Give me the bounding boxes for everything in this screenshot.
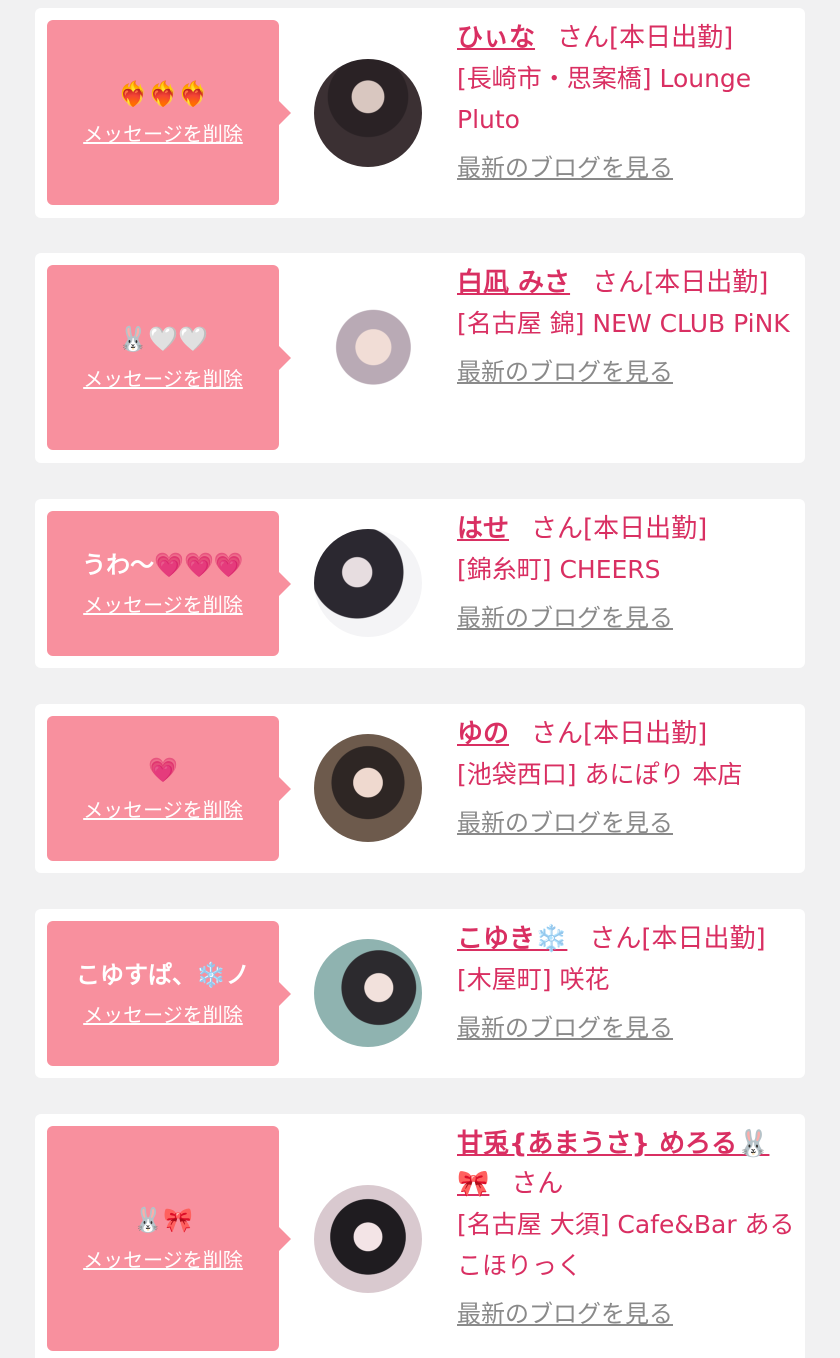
message-bubble: ❤️‍🔥❤️‍🔥❤️‍🔥 メッセージを削除: [47, 20, 291, 205]
name-line: 白凪 みさ さん[本日出勤]: [457, 263, 797, 303]
message-bubble: 💗 メッセージを削除: [47, 716, 291, 861]
message-bubble: 🐰🎀 メッセージを削除: [47, 1126, 291, 1351]
cast-info: はせ さん[本日出勤] [錦糸町] CHEERS 最新のブログを見る: [457, 509, 797, 636]
cast-name-link[interactable]: ゆの: [457, 719, 509, 749]
message-card: 🐰🤍🤍 メッセージを削除 白凪 みさ さん[本日出勤] [名古屋 錦] NEW C…: [35, 253, 805, 463]
shop-name: [錦糸町] CHEERS: [457, 555, 661, 584]
cast-name-link[interactable]: ひぃな: [457, 23, 535, 53]
delete-message-link[interactable]: メッセージを削除: [83, 1000, 243, 1030]
latest-blog-link[interactable]: 最新のブログを見る: [457, 1296, 797, 1332]
status-text: [本日出勤]: [583, 514, 708, 544]
honorific: さん: [592, 268, 645, 298]
message-bubble: うわ〜💗💗💗 メッセージを削除: [47, 511, 291, 656]
honorific: さん: [511, 1169, 564, 1199]
cast-info: ひぃな さん[本日出勤] [長崎市・思案橋] Lounge Pluto 最新のブロ…: [457, 18, 797, 186]
avatar[interactable]: [314, 1185, 422, 1293]
message-text: うわ〜💗💗💗: [82, 550, 244, 579]
delete-message-link[interactable]: メッセージを削除: [83, 364, 243, 394]
cast-name-link[interactable]: こゆき❄️: [457, 924, 567, 954]
status-text: [本日出勤]: [641, 924, 766, 954]
message-bubble: 🐰🤍🤍 メッセージを削除: [47, 265, 291, 450]
honorific: さん: [557, 23, 610, 53]
honorific: さん: [589, 924, 642, 954]
name-line: 甘兎{あまうさ} めろる🐰🎀 さん: [457, 1124, 797, 1204]
shop-name: [名古屋 大須] Cafe&Bar あるこほりっく: [457, 1210, 795, 1280]
shop-name: [名古屋 錦] NEW CLUB PiNK: [457, 309, 790, 338]
status-text: [本日出勤]: [644, 268, 769, 298]
cast-name-link[interactable]: 白凪 みさ: [457, 268, 570, 298]
cast-info: 白凪 みさ さん[本日出勤] [名古屋 錦] NEW CLUB PiNK 最新のブ…: [457, 263, 797, 390]
message-card: ❤️‍🔥❤️‍🔥❤️‍🔥 メッセージを削除 ひぃな さん[本日出勤] [長崎市・思…: [35, 8, 805, 218]
delete-message-link[interactable]: メッセージを削除: [83, 119, 243, 149]
delete-message-link[interactable]: メッセージを削除: [83, 1245, 243, 1275]
delete-message-link[interactable]: メッセージを削除: [83, 590, 243, 620]
avatar[interactable]: [314, 59, 422, 167]
message-bubble: こゆすぱ、❄️ノ メッセージを削除: [47, 921, 291, 1066]
status-text: [本日出勤]: [609, 23, 734, 53]
avatar[interactable]: [314, 734, 422, 842]
name-line: はせ さん[本日出勤]: [457, 509, 797, 549]
latest-blog-link[interactable]: 最新のブログを見る: [457, 805, 797, 841]
name-line: こゆき❄️ さん[本日出勤]: [457, 919, 797, 959]
message-text: 🐰🤍🤍: [118, 324, 208, 353]
cast-name-link[interactable]: はせ: [457, 514, 509, 544]
avatar[interactable]: [314, 939, 422, 1047]
shop-name: [池袋西口] あにぽり 本店: [457, 760, 743, 789]
delete-message-link[interactable]: メッセージを削除: [83, 795, 243, 825]
name-line: ひぃな さん[本日出勤]: [457, 18, 797, 58]
status-text: [本日出勤]: [583, 719, 708, 749]
latest-blog-link[interactable]: 最新のブログを見る: [457, 150, 797, 186]
message-text: 💗: [148, 755, 178, 784]
message-text: こゆすぱ、❄️ノ: [76, 960, 250, 989]
cast-info: 甘兎{あまうさ} めろる🐰🎀 さん [名古屋 大須] Cafe&Bar あるこほり…: [457, 1124, 797, 1332]
message-text: 🐰🎀: [133, 1205, 193, 1234]
message-text: ❤️‍🔥❤️‍🔥❤️‍🔥: [118, 79, 208, 108]
latest-blog-link[interactable]: 最新のブログを見る: [457, 1010, 797, 1046]
latest-blog-link[interactable]: 最新のブログを見る: [457, 354, 797, 390]
latest-blog-link[interactable]: 最新のブログを見る: [457, 600, 797, 636]
message-card: こゆすぱ、❄️ノ メッセージを削除 こゆき❄️ さん[本日出勤] [木屋町] 咲花…: [35, 909, 805, 1078]
honorific: さん: [531, 719, 584, 749]
name-line: ゆの さん[本日出勤]: [457, 714, 797, 754]
message-card: 💗 メッセージを削除 ゆの さん[本日出勤] [池袋西口] あにぽり 本店 最新の…: [35, 704, 805, 873]
honorific: さん: [531, 514, 584, 544]
shop-name: [木屋町] 咲花: [457, 965, 610, 994]
cast-info: こゆき❄️ さん[本日出勤] [木屋町] 咲花 最新のブログを見る: [457, 919, 797, 1046]
cast-name-link[interactable]: 甘兎{あまうさ} めろる🐰🎀: [457, 1129, 769, 1199]
message-list: ❤️‍🔥❤️‍🔥❤️‍🔥 メッセージを削除 ひぃな さん[本日出勤] [長崎市・思…: [0, 0, 840, 1358]
avatar[interactable]: [314, 529, 422, 637]
message-card: うわ〜💗💗💗 メッセージを削除 はせ さん[本日出勤] [錦糸町] CHEERS …: [35, 499, 805, 668]
avatar[interactable]: [314, 304, 422, 412]
cast-info: ゆの さん[本日出勤] [池袋西口] あにぽり 本店 最新のブログを見る: [457, 714, 797, 841]
message-card: 🐰🎀 メッセージを削除 甘兎{あまうさ} めろる🐰🎀 さん [名古屋 大須] Ca…: [35, 1114, 805, 1358]
shop-name: [長崎市・思案橋] Lounge Pluto: [457, 64, 752, 134]
